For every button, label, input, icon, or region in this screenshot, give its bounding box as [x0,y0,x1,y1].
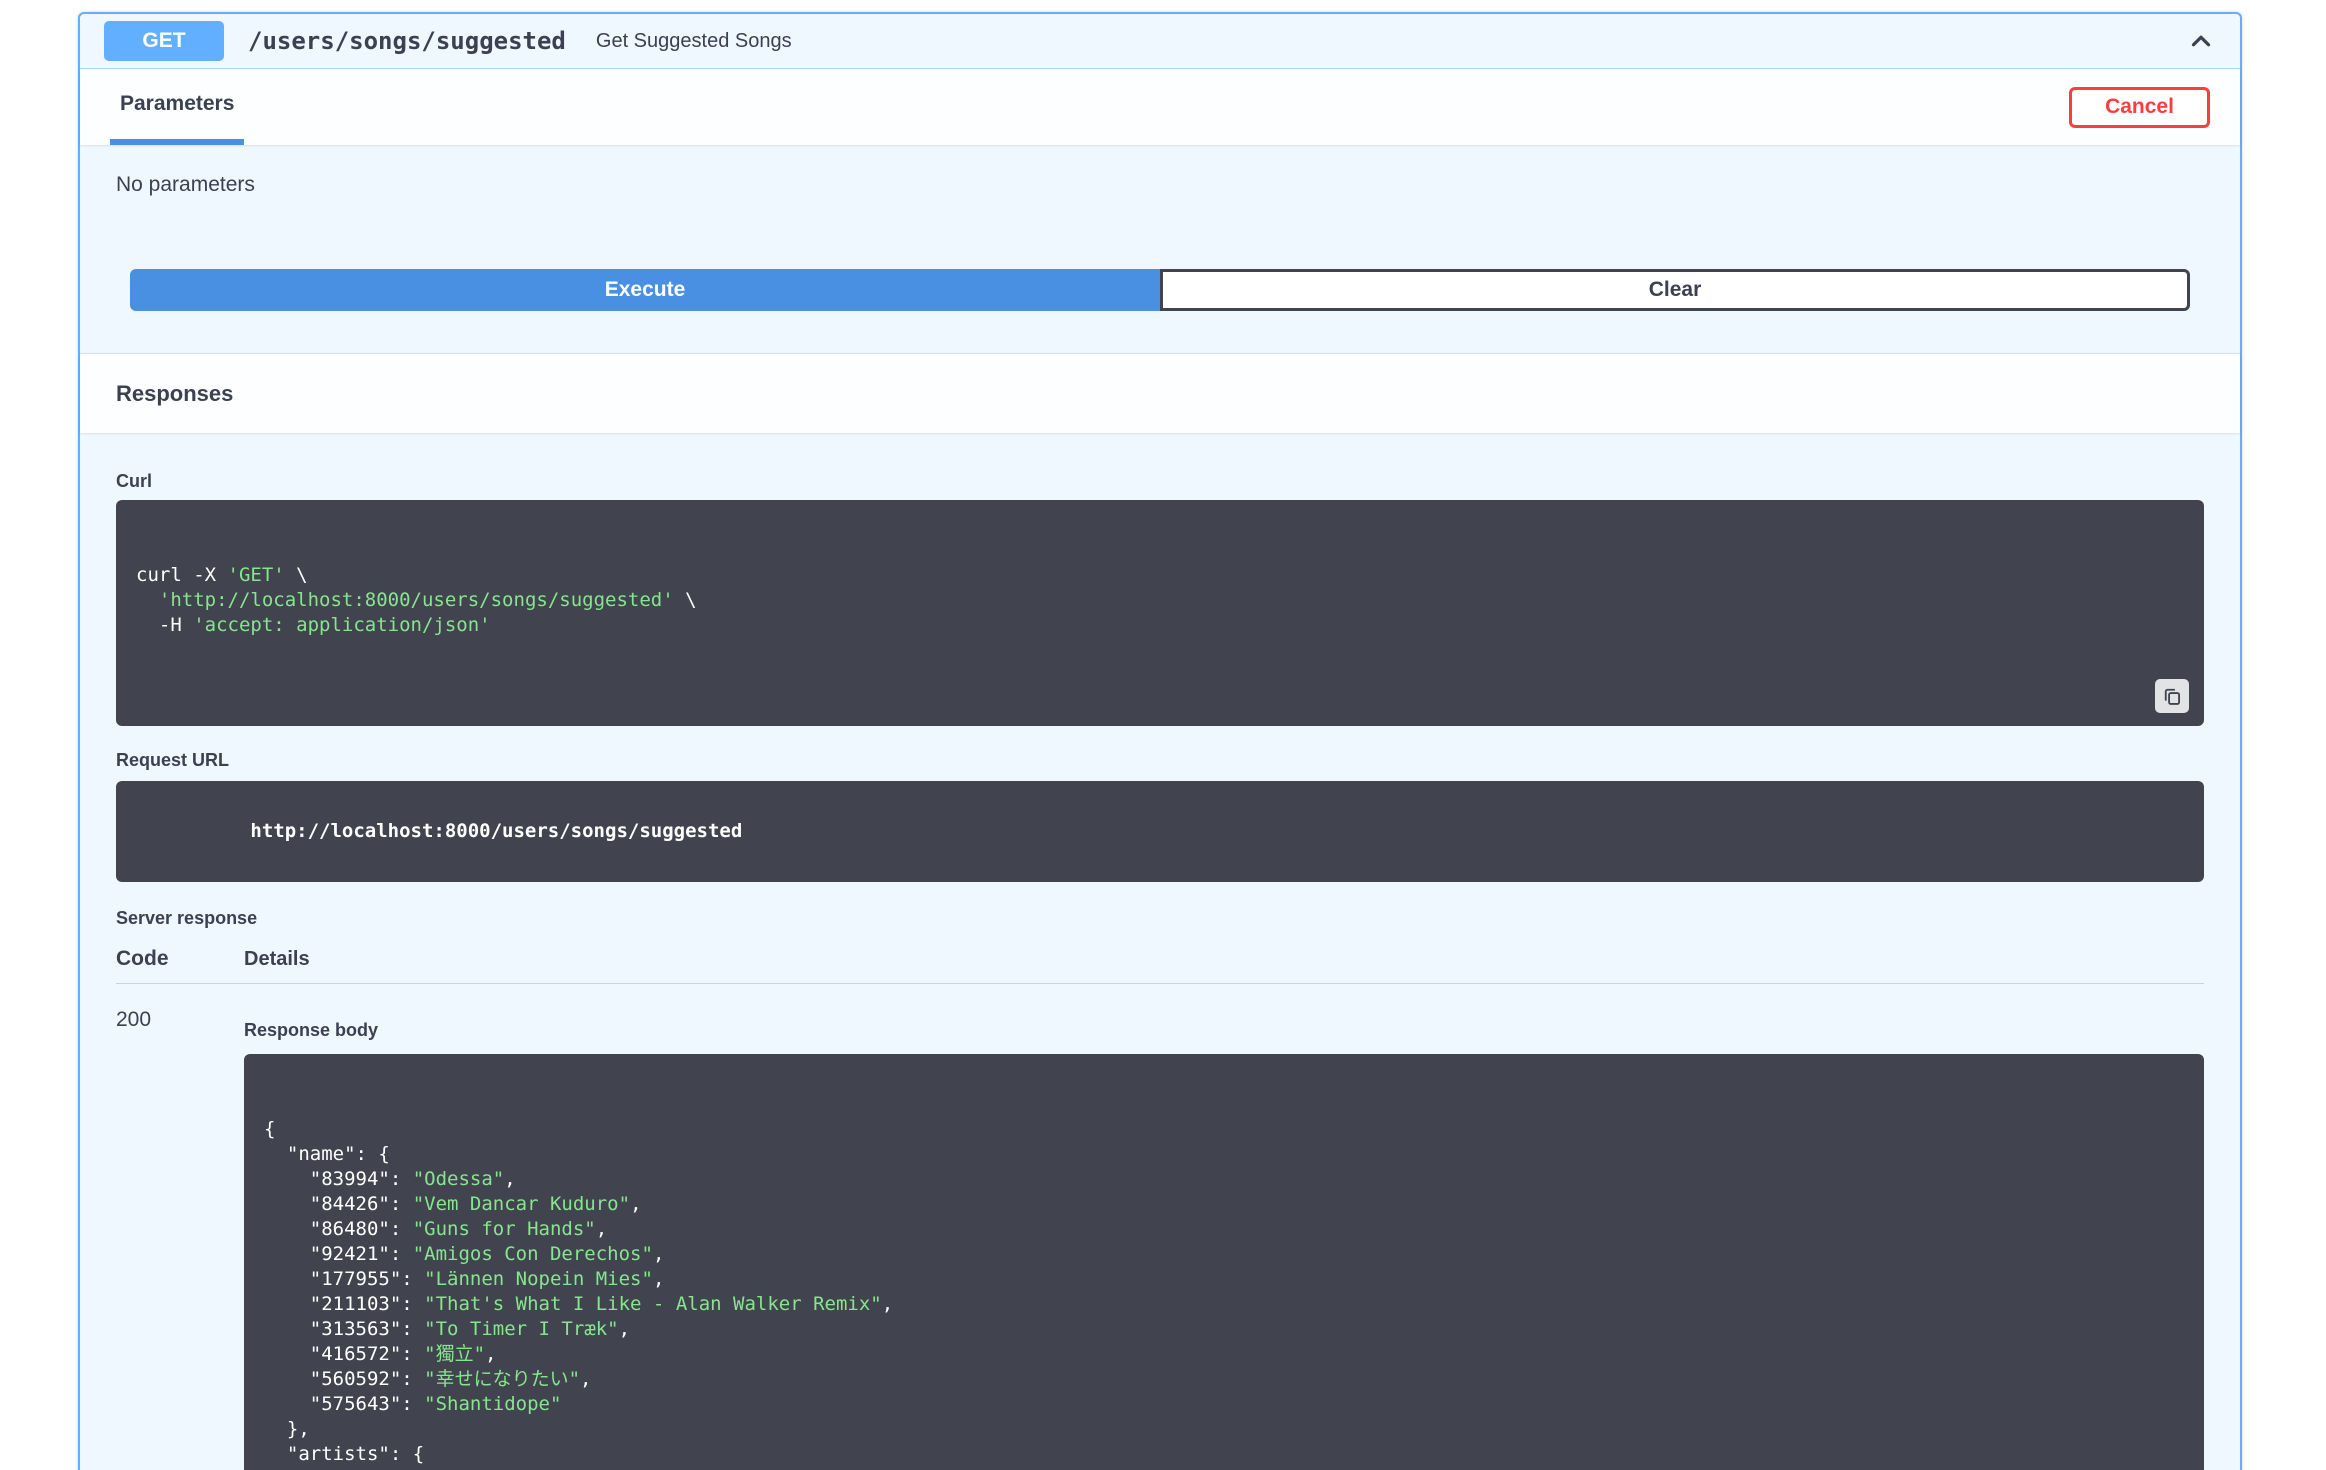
tab-parameters[interactable]: Parameters [110,69,245,145]
execute-row: Execute Clear [130,269,2190,311]
opblock-get-endpoint: GET /users/songs/suggested Get Suggested… [78,12,2242,1470]
request-url-label: Request URL [116,750,230,770]
curl-copy-button[interactable] [2155,679,2189,713]
request-url-block: http://localhost:8000/users/songs/sugges… [116,781,2204,882]
response-table-header: Code Details [116,947,2204,984]
curl-code: curl -X 'GET' \ 'http://localhost:8000/u… [136,564,697,636]
copy-icon [2164,688,2180,705]
server-response-label: Server response [116,908,258,928]
collapse-button[interactable] [2186,26,2216,56]
response-body-code: { "name": { "83994": "Odessa", "84426": … [264,1118,894,1470]
execute-button[interactable]: Execute [130,269,1160,311]
chevron-up-icon [2191,35,2211,47]
responses-body: Curl curl -X 'GET' \ 'http://localhost:8… [80,433,2240,1470]
parameters-section-header: Parameters Cancel [80,69,2240,145]
request-url-value: http://localhost:8000/users/songs/sugges… [250,820,743,842]
cancel-button[interactable]: Cancel [2069,86,2210,128]
endpoint-summary[interactable]: GET /users/songs/suggested Get Suggested… [80,14,2240,69]
curl-block: curl -X 'GET' \ 'http://localhost:8000/u… [116,500,2204,726]
details-column-header: Details [244,948,310,970]
response-body-block: { "name": { "83994": "Odessa", "84426": … [244,1054,2204,1470]
endpoint-description: Get Suggested Songs [595,29,792,52]
responses-section-header: Responses [80,353,2240,433]
response-body-label: Response body [244,1020,379,1040]
method-badge: GET [104,21,224,61]
opblock-body: Parameters Cancel No parameters Execute … [80,69,2240,1470]
code-column-header: Code [116,947,169,970]
curl-label: Curl [116,471,152,491]
no-parameters-text: No parameters [116,173,255,196]
swagger-page: GET /users/songs/suggested Get Suggested… [0,0,2326,1470]
endpoint-path: /users/songs/suggested [248,27,566,55]
responses-title: Responses [116,380,234,406]
server-response-table: Code Details 200 Response body { "name":… [116,947,2204,1470]
tab-parameters-label: Parameters [120,92,235,115]
clear-button[interactable]: Clear [1160,269,2190,311]
status-code: 200 [116,1008,152,1031]
response-row-200: 200 Response body { "name": { "83994": "… [116,984,2204,1470]
